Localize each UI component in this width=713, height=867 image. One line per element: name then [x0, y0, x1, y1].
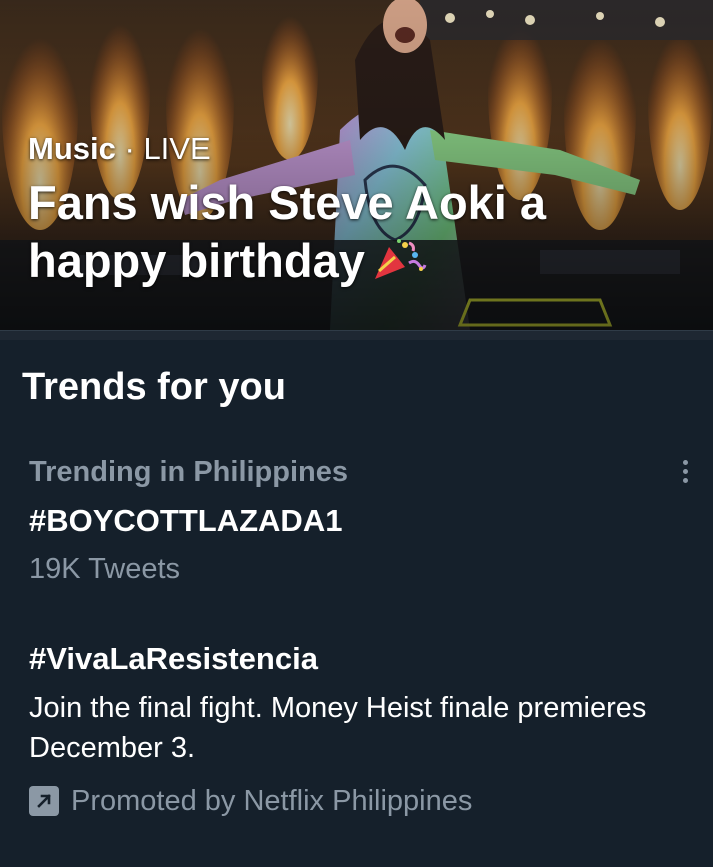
event-status: LIVE: [143, 131, 211, 166]
explore-page: Music · LIVE Fans wish Steve Aoki a happ…: [0, 0, 713, 867]
promoted-label: Promoted by Netflix Philippines: [29, 781, 472, 821]
event-title[interactable]: Fans wish Steve Aoki a happy birthday: [28, 174, 628, 290]
trends-section: Trends for you Trending in Philippines #…: [0, 340, 713, 867]
event-meta: Music · LIVE: [28, 130, 668, 168]
party-popper-icon: [374, 239, 427, 279]
trends-heading: Trends for you: [22, 366, 286, 408]
trend-context: Trending in Philippines: [29, 456, 349, 488]
promoted-arrow-icon: [29, 786, 59, 816]
trend-name: #VivaLaResistencia: [29, 641, 318, 676]
trend-item[interactable]: Trending in Philippines #BOYCOTTLAZADA1 …: [0, 440, 713, 590]
more-options-button[interactable]: [670, 456, 700, 486]
trend-name: #BOYCOTTLAZADA1: [29, 503, 343, 538]
event-title-text: Fans wish Steve Aoki a happy birthday: [28, 176, 547, 287]
promoted-trend-item[interactable]: #VivaLaResistencia Join the final fight.…: [0, 608, 713, 867]
meta-separator: ·: [124, 131, 135, 166]
promoted-by-text: Promoted by Netflix Philippines: [71, 785, 473, 817]
event-category: Music: [28, 131, 116, 166]
hero-text-block: Music · LIVE Fans wish Steve Aoki a happ…: [28, 130, 668, 290]
more-vertical-icon: [682, 459, 688, 465]
event-hero-card[interactable]: Music · LIVE Fans wish Steve Aoki a happ…: [0, 0, 713, 330]
more-vertical-icon-dot: [682, 477, 688, 483]
trend-description: Join the final fight. Money Heist finale…: [29, 692, 647, 764]
trend-tweet-count: 19K Tweets: [29, 553, 181, 585]
more-vertical-icon-dot: [682, 468, 688, 474]
